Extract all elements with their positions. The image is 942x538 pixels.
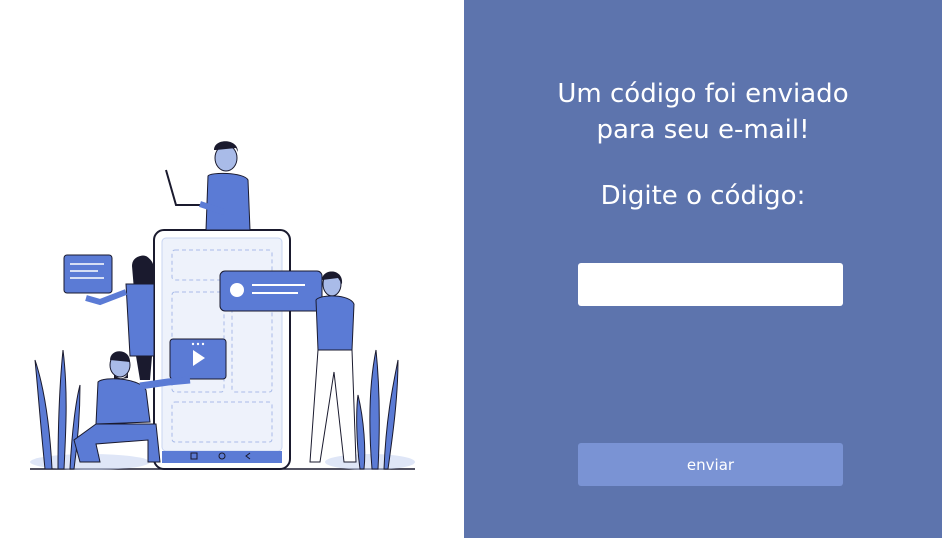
verification-panel: Um código foi enviado para seu e-mail! D… [464,0,942,538]
page: Um código foi enviado para seu e-mail! D… [0,0,942,538]
code-prompt: Digite o código: [600,181,806,211]
chat-bubble-icon [63,254,113,294]
send-button[interactable]: enviar [578,443,843,486]
illustration-panel [0,0,464,538]
verification-code-input[interactable] [578,263,843,306]
left-plant-icon [34,349,81,470]
message-card-icon [219,270,323,312]
person-standing-icon [309,271,357,463]
title-line-1: Um código foi enviado [557,79,849,109]
dialog-title: Um código foi enviado para seu e-mail! [464,76,942,148]
person-with-laptop-icon [165,141,251,231]
right-plant-icon [356,349,399,470]
title-line-2: para seu e-mail! [596,115,810,145]
people-with-phone-illustration [30,141,415,470]
video-play-icon [169,338,227,380]
